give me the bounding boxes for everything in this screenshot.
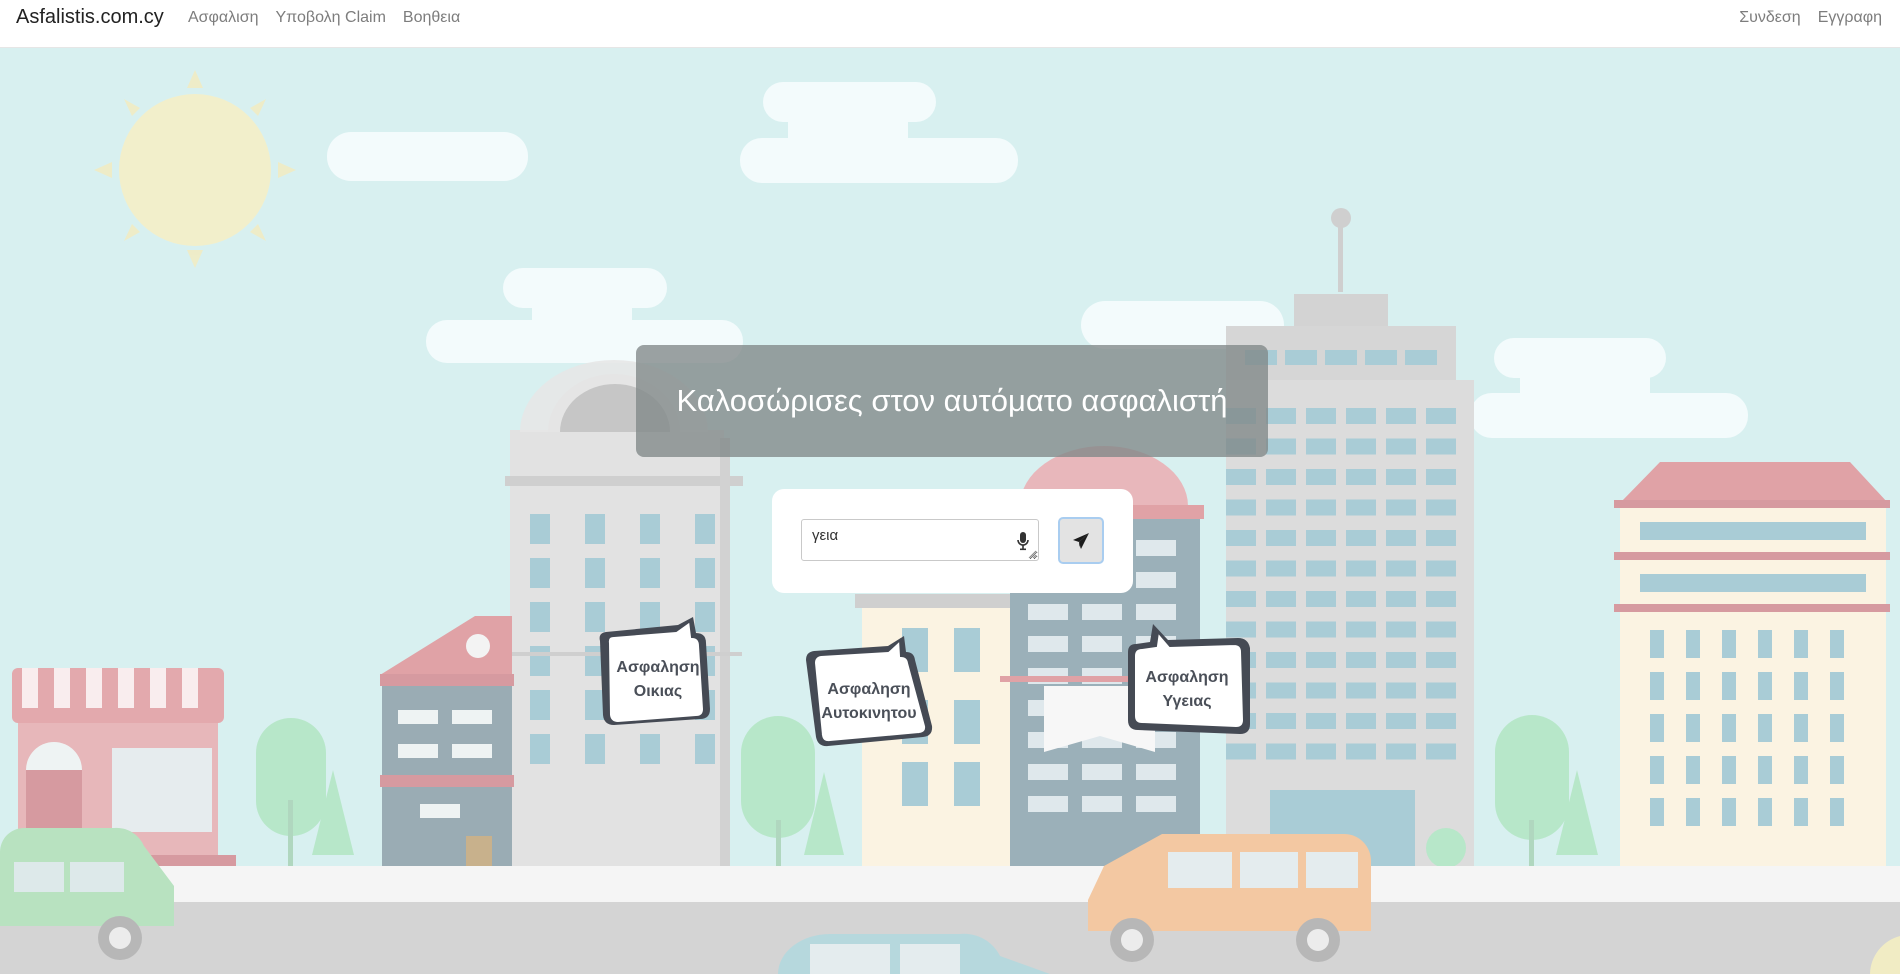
nav-link-insurance[interactable]: Ασφαλιση: [188, 9, 259, 27]
option-health-insurance[interactable]: Ασφαληση Υγειας: [1120, 624, 1254, 756]
welcome-banner: Καλοσώρισες στον αυτόματο ασφαλιστή: [636, 345, 1268, 457]
option-car-line1: Ασφαληση: [827, 681, 911, 698]
nav-link-submit-claim[interactable]: Υποβολη Claim: [276, 9, 386, 27]
microphone-icon[interactable]: [1016, 531, 1030, 551]
resize-grip-icon[interactable]: [1028, 550, 1037, 559]
paper-plane-icon: [1073, 532, 1089, 549]
option-home-insurance[interactable]: Ασφαληση Οικιας: [592, 617, 724, 745]
nav-link-register[interactable]: Εγγραφη: [1818, 9, 1882, 27]
option-health-line1: Ασφαληση: [1145, 669, 1229, 686]
top-navbar: Asfalistis.com.cy Ασφαλιση Υποβολη Claim…: [0, 0, 1900, 48]
cream-building-illustration: [1614, 462, 1890, 870]
nav-right-group: Συνδεση Εγγραφη: [1739, 9, 1882, 27]
option-health-line2: Υγειας: [1162, 693, 1212, 710]
message-input[interactable]: γεια: [801, 519, 1039, 561]
option-home-line2: Οικιας: [633, 683, 683, 700]
nav-link-help[interactable]: Βοηθεια: [403, 9, 460, 27]
brand-logo-link[interactable]: Asfalistis.com.cy: [16, 6, 164, 29]
option-car-line2: Αυτοκινητου: [821, 705, 917, 722]
nav-link-login[interactable]: Συνδεση: [1739, 9, 1800, 27]
option-car-insurance[interactable]: Ασφαληση Αυτοκινητου: [802, 636, 936, 766]
welcome-title: Καλοσώρισες στον αυτόματο ασφαλιστή: [676, 383, 1228, 418]
send-button[interactable]: [1058, 517, 1104, 564]
option-home-line1: Ασφαληση: [616, 659, 700, 676]
chat-input-card: γεια: [772, 489, 1133, 593]
nav-left-group: Ασφαλιση Υποβολη Claim Βοηθεια: [188, 9, 460, 27]
